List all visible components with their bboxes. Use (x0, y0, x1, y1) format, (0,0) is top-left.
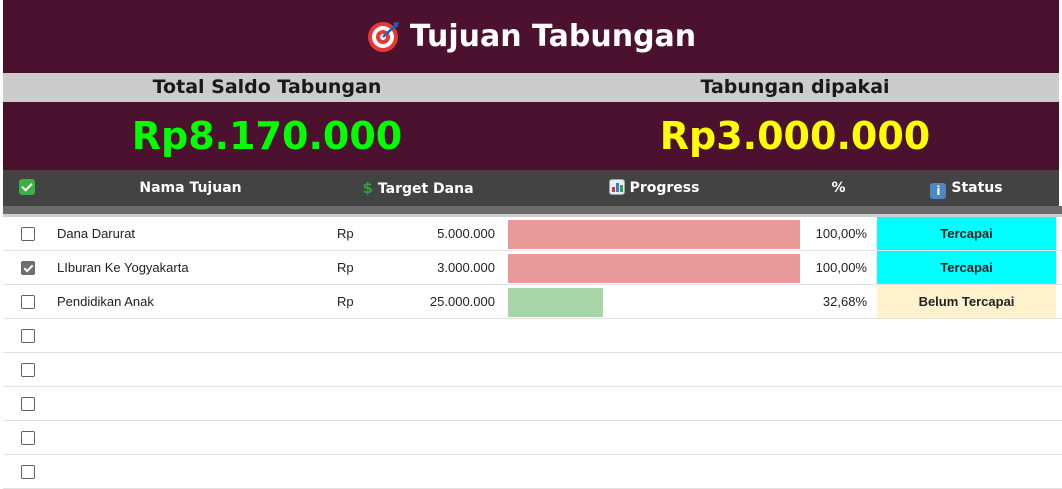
column-target-label: Target Dana (377, 181, 474, 197)
progress-bar (508, 220, 800, 249)
currency-cell[interactable]: Rp (337, 285, 354, 319)
spreadsheet: Tujuan Tabungan Total Saldo Tabungan Tab… (0, 0, 1062, 489)
target-amount-cell[interactable]: 25.000.000 (363, 285, 495, 319)
table-row[interactable] (3, 421, 1062, 455)
percent-cell[interactable]: 100,00% (803, 217, 867, 251)
column-status-label: Status (951, 180, 1003, 196)
used-savings-label[interactable]: Tabungan dipakai (531, 73, 1059, 102)
goal-name-cell[interactable]: Dana Darurat (57, 217, 135, 251)
table-row[interactable]: Pendidikan Anak Rp 25.000.000 32,68% Belum T… (3, 285, 1062, 319)
table-row[interactable]: Dana Darurat Rp 5.000.000 100,00% Tercapai (3, 217, 1062, 251)
progress-cell[interactable] (508, 288, 800, 317)
goals-table-body: Dana Darurat Rp 5.000.000 100,00% Tercapai LI… (3, 217, 1062, 489)
table-row[interactable] (3, 387, 1062, 421)
progress-cell[interactable] (508, 322, 800, 351)
progress-cell[interactable] (508, 390, 800, 419)
summary-values: Rp8.170.000 Rp3.000.000 (3, 102, 1059, 170)
row-checkbox[interactable] (21, 329, 35, 343)
row-checkbox[interactable] (21, 261, 35, 275)
row-checkbox[interactable] (21, 465, 35, 479)
row-checkbox[interactable] (21, 295, 35, 309)
status-badge[interactable]: Tercapai (877, 217, 1056, 250)
row-checkbox[interactable] (21, 227, 35, 241)
goal-name-cell[interactable]: Pendidikan Anak (57, 285, 154, 319)
progress-cell[interactable] (508, 220, 800, 249)
column-progress-label: Progress (629, 180, 700, 196)
summary-header: Total Saldo Tabungan Tabungan dipakai (3, 73, 1059, 102)
table-row[interactable]: LIburan Ke Yogyakarta Rp 3.000.000 100,00% T… (3, 251, 1062, 285)
check-mark-icon (18, 179, 35, 195)
column-name[interactable]: Nama Tujuan (43, 170, 338, 206)
progress-bar (508, 288, 604, 317)
table-row[interactable] (3, 319, 1062, 353)
dollar-icon: $ (362, 179, 373, 197)
info-icon: i (930, 183, 947, 199)
percent-cell[interactable]: 100,00% (803, 251, 867, 285)
goal-name-cell[interactable]: LIburan Ke Yogyakarta (57, 251, 189, 285)
status-badge[interactable]: Tercapai (877, 251, 1056, 284)
percent-cell[interactable]: 32,68% (803, 285, 867, 319)
column-status[interactable]: i Status (877, 170, 1056, 206)
currency-cell[interactable]: Rp (337, 217, 354, 251)
column-progress[interactable]: Progress (508, 170, 800, 206)
progress-cell[interactable] (508, 424, 800, 453)
column-header: Nama Tujuan $ Target Dana Progress % i Sta… (3, 170, 1059, 206)
total-balance-value[interactable]: Rp8.170.000 (3, 102, 531, 170)
target-amount-cell[interactable]: 5.000.000 (363, 217, 495, 251)
progress-cell[interactable] (508, 254, 800, 283)
row-checkbox[interactable] (21, 431, 35, 445)
used-savings-value[interactable]: Rp3.000.000 (531, 102, 1059, 170)
progress-cell[interactable] (508, 356, 800, 385)
status-badge[interactable] (877, 455, 1056, 488)
row-checkbox[interactable] (21, 397, 35, 411)
status-badge[interactable] (877, 353, 1056, 386)
row-checkbox[interactable] (21, 363, 35, 377)
status-badge[interactable] (877, 421, 1056, 454)
table-row[interactable] (3, 353, 1062, 387)
total-balance-label[interactable]: Total Saldo Tabungan (3, 73, 531, 102)
target-amount-cell[interactable]: 3.000.000 (363, 251, 495, 285)
title-bar[interactable]: Tujuan Tabungan (3, 0, 1059, 73)
header-separator (3, 206, 1062, 214)
column-target[interactable]: $ Target Dana (338, 170, 498, 207)
column-percent-label: % (831, 180, 846, 196)
status-badge[interactable]: Belum Tercapai (877, 285, 1056, 318)
page-title: Tujuan Tabungan (409, 19, 697, 54)
status-badge[interactable] (877, 319, 1056, 352)
column-check[interactable] (17, 170, 41, 206)
progress-cell[interactable] (508, 458, 800, 487)
target-icon (367, 21, 399, 52)
currency-cell[interactable]: Rp (337, 251, 354, 285)
progress-bar (508, 254, 800, 283)
column-name-label: Nama Tujuan (139, 180, 242, 196)
bar-chart-icon (608, 179, 625, 195)
column-percent[interactable]: % (800, 170, 877, 206)
status-badge[interactable] (877, 387, 1056, 420)
